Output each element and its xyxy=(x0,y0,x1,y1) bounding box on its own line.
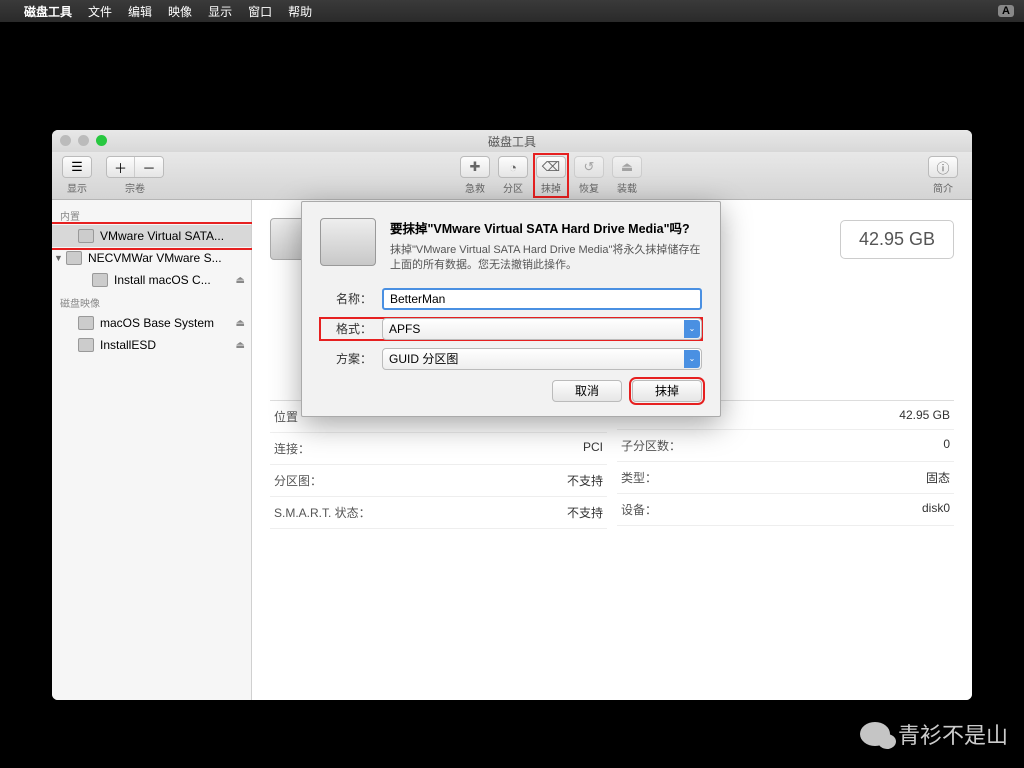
restore-button[interactable]: ↺ xyxy=(574,156,604,178)
partition-button[interactable]: ◔ xyxy=(498,156,528,178)
toolbar-view-label: 显示 xyxy=(67,180,87,195)
scheme-label: 方案： xyxy=(320,350,372,367)
menu-view[interactable]: 显示 xyxy=(208,3,232,20)
sidebar-item-vmware-sata[interactable]: VMware Virtual SATA... xyxy=(52,225,251,247)
app-menu[interactable]: 磁盘工具 xyxy=(24,3,72,20)
toolbar-volume-label: 宗卷 xyxy=(125,180,145,195)
volume-icon xyxy=(92,273,108,287)
toolbar: ☰ 显示 ＋ － 宗卷 ✚ 急救 ◔ 分区 ⌫ 抹掉 ↺ 恢复 xyxy=(52,152,972,200)
info-label: 简介 xyxy=(933,180,953,195)
volume-remove-button[interactable]: － xyxy=(135,157,163,177)
sidebar-item-label: macOS Base System xyxy=(100,316,232,330)
menu-edit[interactable]: 编辑 xyxy=(128,3,152,20)
info-value: 0 xyxy=(943,437,950,454)
menu-window[interactable]: 窗口 xyxy=(248,3,272,20)
sidebar-item-necvmwar[interactable]: ▼ NECVMWar VMware S... xyxy=(52,247,251,269)
info-button[interactable]: ⓘ xyxy=(928,156,958,178)
info-key: S.M.A.R.T. 状态： xyxy=(274,504,371,521)
info-key: 子分区数： xyxy=(621,437,681,454)
dropdown-arrow-icon: ⌄ xyxy=(684,320,700,338)
window-title: 磁盘工具 xyxy=(488,133,536,150)
sidebar-item-label: InstallESD xyxy=(100,338,232,352)
info-value: 不支持 xyxy=(567,504,603,521)
mount-label: 装载 xyxy=(617,180,637,195)
sidebar-item-install-macos[interactable]: Install macOS C... ⏏ xyxy=(52,269,251,291)
sidebar-item-installesd[interactable]: InstallESD ⏏ xyxy=(52,334,251,356)
info-column-right: 42.95 GB 子分区数： 0 类型： 固态 设备： disk0 xyxy=(617,400,954,529)
sidebar-toggle-button[interactable]: ☰ xyxy=(63,157,91,177)
sidebar: 内置 VMware Virtual SATA... ▼ NECVMWar VMw… xyxy=(52,200,252,700)
sidebar-diskimages-header: 磁盘映像 xyxy=(52,291,251,312)
partition-label: 分区 xyxy=(503,180,523,195)
volume-icon xyxy=(78,338,94,352)
info-key: 分区图： xyxy=(274,472,322,489)
info-value: 42.95 GB xyxy=(899,408,950,422)
sidebar-item-label: NECVMWar VMware S... xyxy=(88,251,245,265)
eject-icon[interactable]: ⏏ xyxy=(236,275,245,286)
info-key: 位置 xyxy=(274,408,298,425)
cancel-button[interactable]: 取消 xyxy=(552,380,622,402)
info-column-left: 位置 连接： PCI 分区图： 不支持 S.M.A.R.T. 状态： 不支持 xyxy=(270,400,607,529)
sidebar-internal-header: 内置 xyxy=(52,204,251,225)
menu-help[interactable]: 帮助 xyxy=(288,3,312,20)
menu-file[interactable]: 文件 xyxy=(88,3,112,20)
format-select[interactable]: APFS ⌄ xyxy=(382,318,702,340)
erase-label: 抹掉 xyxy=(541,180,561,195)
info-value: disk0 xyxy=(922,501,950,518)
dialog-title: 要抹掉"VMware Virtual SATA Hard Drive Media… xyxy=(390,218,702,237)
info-key: 类型： xyxy=(621,469,657,486)
format-value: APFS xyxy=(389,322,420,336)
dialog-description: 抹掉"VMware Virtual SATA Hard Drive Media"… xyxy=(390,243,702,274)
info-value: 不支持 xyxy=(567,472,603,489)
wechat-icon xyxy=(860,722,890,746)
erase-button[interactable]: ⌫ xyxy=(536,156,566,178)
mount-button[interactable]: ⏏ xyxy=(612,156,642,178)
eject-icon[interactable]: ⏏ xyxy=(236,318,245,329)
watermark: 青衫不是山 xyxy=(860,718,1008,750)
disk-icon xyxy=(66,251,82,265)
capacity-badge: 42.95 GB xyxy=(840,220,954,259)
eject-icon[interactable]: ⏏ xyxy=(236,340,245,351)
first-aid-label: 急救 xyxy=(465,180,485,195)
volume-icon xyxy=(78,316,94,330)
window-zoom-button[interactable] xyxy=(96,135,107,146)
name-label: 名称： xyxy=(320,290,372,307)
sidebar-item-label: Install macOS C... xyxy=(114,273,232,287)
disk-dialog-icon xyxy=(320,218,376,266)
disk-icon xyxy=(78,229,94,243)
window-titlebar: 磁盘工具 xyxy=(52,130,972,152)
sidebar-item-base-system[interactable]: macOS Base System ⏏ xyxy=(52,312,251,334)
scheme-value: GUID 分区图 xyxy=(389,350,458,367)
dropdown-arrow-icon: ⌄ xyxy=(684,350,700,368)
sidebar-item-label: VMware Virtual SATA... xyxy=(100,229,245,243)
info-value: PCI xyxy=(583,440,603,457)
disclosure-triangle-icon[interactable]: ▼ xyxy=(54,253,63,263)
volume-add-button[interactable]: ＋ xyxy=(107,157,135,177)
menu-image[interactable]: 映像 xyxy=(168,3,192,20)
name-input[interactable] xyxy=(382,288,702,310)
info-key: 设备： xyxy=(621,501,657,518)
window-minimize-button[interactable] xyxy=(78,135,89,146)
format-label: 格式： xyxy=(320,320,372,337)
watermark-text: 青衫不是山 xyxy=(898,718,1008,750)
restore-label: 恢复 xyxy=(579,180,599,195)
window-close-button[interactable] xyxy=(60,135,71,146)
first-aid-button[interactable]: ✚ xyxy=(460,156,490,178)
input-source-indicator[interactable]: A xyxy=(998,5,1014,17)
erase-dialog: 要抹掉"VMware Virtual SATA Hard Drive Media… xyxy=(301,201,721,417)
scheme-select[interactable]: GUID 分区图 ⌄ xyxy=(382,348,702,370)
info-value: 固态 xyxy=(926,469,950,486)
erase-confirm-button[interactable]: 抹掉 xyxy=(632,380,702,402)
info-key: 连接： xyxy=(274,440,310,457)
macos-menubar: 磁盘工具 文件 编辑 映像 显示 窗口 帮助 A xyxy=(0,0,1024,22)
